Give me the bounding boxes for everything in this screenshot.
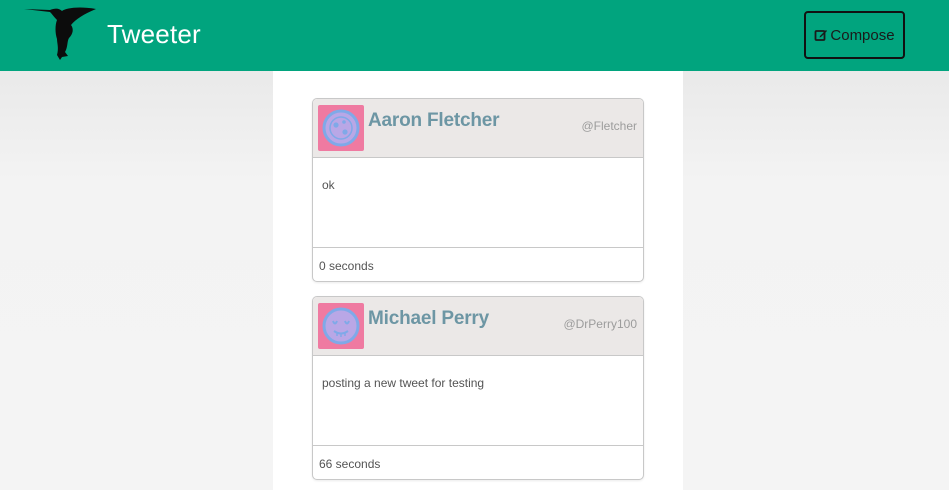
tweet-header: Aaron Fletcher @Fletcher	[313, 99, 643, 158]
author-name: Aaron Fletcher	[368, 110, 500, 131]
tweet-timestamp: 0 seconds	[319, 259, 374, 273]
tweet-content: posting a new tweet for testing	[313, 356, 643, 446]
edit-icon	[814, 30, 828, 41]
brand-title[interactable]: Tweeter	[107, 18, 201, 50]
avatar	[318, 105, 364, 151]
top-navbar: Tweeter Compose	[0, 0, 949, 71]
tweet-header: Michael Perry @DrPerry100	[313, 297, 643, 356]
tweet-content: ok	[313, 158, 643, 248]
tweet-timestamp: 66 seconds	[319, 457, 381, 471]
robot-face-avatar-icon	[322, 109, 360, 147]
hummingbird-logo-icon	[24, 7, 96, 60]
tweet-card: Aaron Fletcher @Fletcher ok 0 seconds	[312, 98, 644, 282]
author-handle: @Fletcher	[581, 119, 637, 133]
author-name: Michael Perry	[368, 308, 489, 329]
tweet-feed: Aaron Fletcher @Fletcher ok 0 seconds Mi…	[273, 71, 683, 490]
compose-button-label: Compose	[830, 26, 895, 44]
avatar	[318, 303, 364, 349]
compose-button[interactable]: Compose	[804, 11, 905, 59]
tweet-card: Michael Perry @DrPerry100 posting a new …	[312, 296, 644, 480]
author-handle: @DrPerry100	[563, 317, 637, 331]
smiling-face-avatar-icon	[322, 307, 360, 345]
